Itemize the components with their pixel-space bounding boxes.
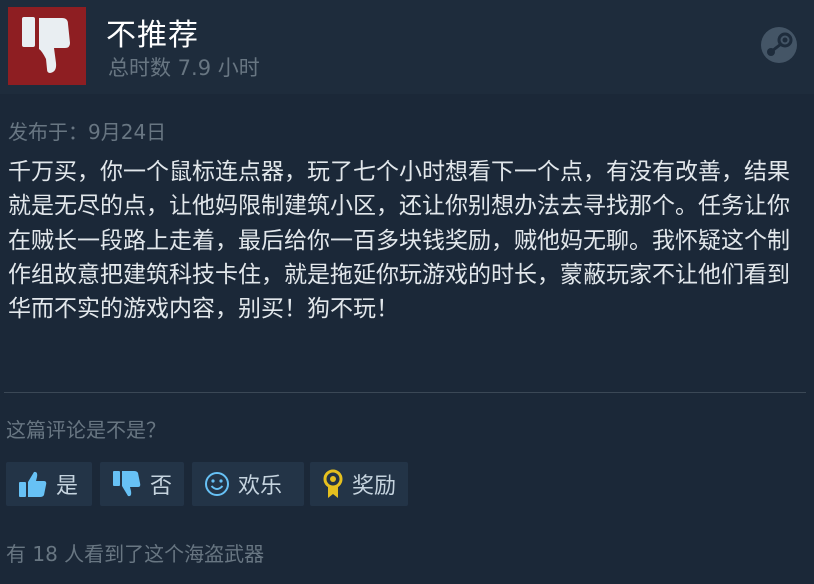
vote-yes-label: 是	[56, 474, 79, 499]
smiley-icon	[205, 472, 229, 496]
divider	[4, 392, 806, 393]
review-body: 千万买，你一个鼠标连点器，玩了七个小时想看下一个点，有没有改善，结果就是无尽的点…	[8, 159, 790, 323]
vote-no-button[interactable]: 否	[100, 462, 184, 506]
award-icon	[323, 469, 343, 498]
helpful-question: 这篇评论是不是？	[6, 418, 166, 442]
vote-yes-button[interactable]: 是	[6, 462, 92, 506]
thumbs-down-badge	[8, 7, 86, 85]
review-header: 不推荐 总时数 7.9 小时	[0, 0, 814, 94]
thumbs-down-icon	[113, 471, 141, 497]
thumbs-up-icon	[19, 471, 47, 497]
playtime-hours: 总时数 7.9 小时	[108, 56, 260, 80]
vote-funny-label: 欢乐	[238, 474, 283, 499]
review-verdict: 不推荐	[106, 18, 199, 53]
award-button[interactable]: 奖励	[310, 462, 408, 506]
thumbs-down-icon	[22, 17, 70, 73]
posted-date: 发布于：9月24日	[8, 120, 167, 144]
award-label: 奖励	[352, 474, 397, 499]
steam-logo-icon[interactable]	[760, 26, 798, 64]
seen-count: 有 18 人看到了这个海盗武器	[6, 542, 265, 566]
vote-no-label: 否	[150, 474, 173, 499]
vote-funny-button[interactable]: 欢乐	[192, 462, 304, 506]
